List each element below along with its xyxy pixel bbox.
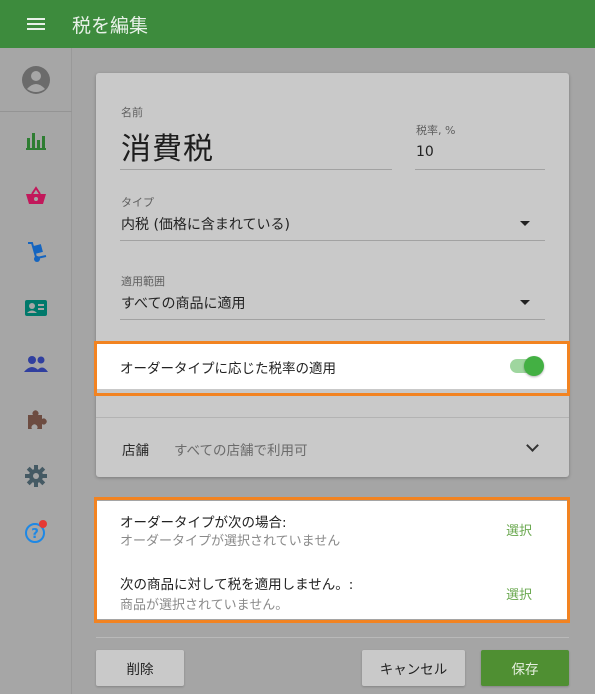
name-label: 名前 bbox=[121, 106, 143, 119]
scope-label: 適用範囲 bbox=[121, 275, 165, 288]
name-field[interactable]: 消費税 bbox=[121, 124, 214, 168]
highlight-box-conditions bbox=[94, 497, 570, 623]
sidebar-item-inventory[interactable] bbox=[0, 228, 72, 276]
type-dropdown-arrow-icon[interactable] bbox=[520, 221, 530, 226]
rate-underline bbox=[415, 169, 545, 170]
gear-icon bbox=[25, 465, 47, 487]
save-button[interactable]: 保存 bbox=[481, 650, 569, 686]
card-divider bbox=[96, 417, 569, 418]
type-select[interactable]: 内税 (価格に含まれている) bbox=[121, 214, 290, 234]
basket-icon bbox=[26, 186, 46, 204]
sidebar-item-employees[interactable] bbox=[0, 340, 72, 388]
scope-underline bbox=[120, 319, 545, 320]
main-content: 名前 消費税 税率, % 10 タイプ 内税 (価格に含まれている) 適用範囲 … bbox=[72, 48, 595, 694]
contact-card-icon bbox=[25, 300, 47, 316]
puzzle-piece-icon bbox=[28, 410, 47, 429]
sidebar-item-settings[interactable] bbox=[0, 452, 72, 500]
type-label: タイプ bbox=[121, 196, 154, 209]
sidebar-item-help[interactable]: ? bbox=[0, 508, 72, 556]
cancel-button[interactable]: キャンセル bbox=[362, 650, 465, 686]
rate-field[interactable]: 10 bbox=[416, 144, 434, 160]
tax-form-card: 名前 消費税 税率, % 10 タイプ 内税 (価格に含まれている) 適用範囲 … bbox=[96, 73, 569, 477]
scope-dropdown-arrow-icon[interactable] bbox=[520, 300, 530, 305]
sidebar-item-customers[interactable] bbox=[0, 284, 72, 332]
bar-chart-icon bbox=[26, 133, 46, 150]
sidebar-item-reports[interactable] bbox=[0, 116, 72, 164]
name-underline bbox=[120, 169, 392, 170]
sidebar: ? bbox=[0, 48, 72, 694]
type-underline bbox=[120, 240, 545, 241]
scope-select[interactable]: すべての商品に適用 bbox=[121, 293, 245, 313]
menu-icon[interactable] bbox=[0, 0, 72, 48]
app-header: 税を編集 bbox=[0, 0, 595, 48]
help-icon: ? bbox=[25, 520, 47, 543]
sidebar-item-items[interactable] bbox=[0, 172, 72, 220]
store-label: 店舗 bbox=[122, 443, 149, 459]
chevron-down-icon[interactable] bbox=[526, 439, 539, 452]
hand-truck-icon bbox=[28, 242, 47, 262]
svg-text:?: ? bbox=[31, 527, 39, 542]
footer-divider bbox=[96, 637, 569, 638]
account-avatar-icon[interactable] bbox=[0, 48, 72, 112]
delete-button[interactable]: 削除 bbox=[96, 650, 184, 686]
page-title: 税を編集 bbox=[72, 14, 149, 37]
notification-dot-icon bbox=[39, 520, 47, 528]
highlight-box-toggle bbox=[94, 341, 570, 396]
store-value[interactable]: すべての店舗で利用可 bbox=[174, 439, 308, 459]
people-icon bbox=[24, 356, 48, 372]
rate-label: 税率, % bbox=[416, 124, 456, 137]
sidebar-item-integrations[interactable] bbox=[0, 396, 72, 444]
